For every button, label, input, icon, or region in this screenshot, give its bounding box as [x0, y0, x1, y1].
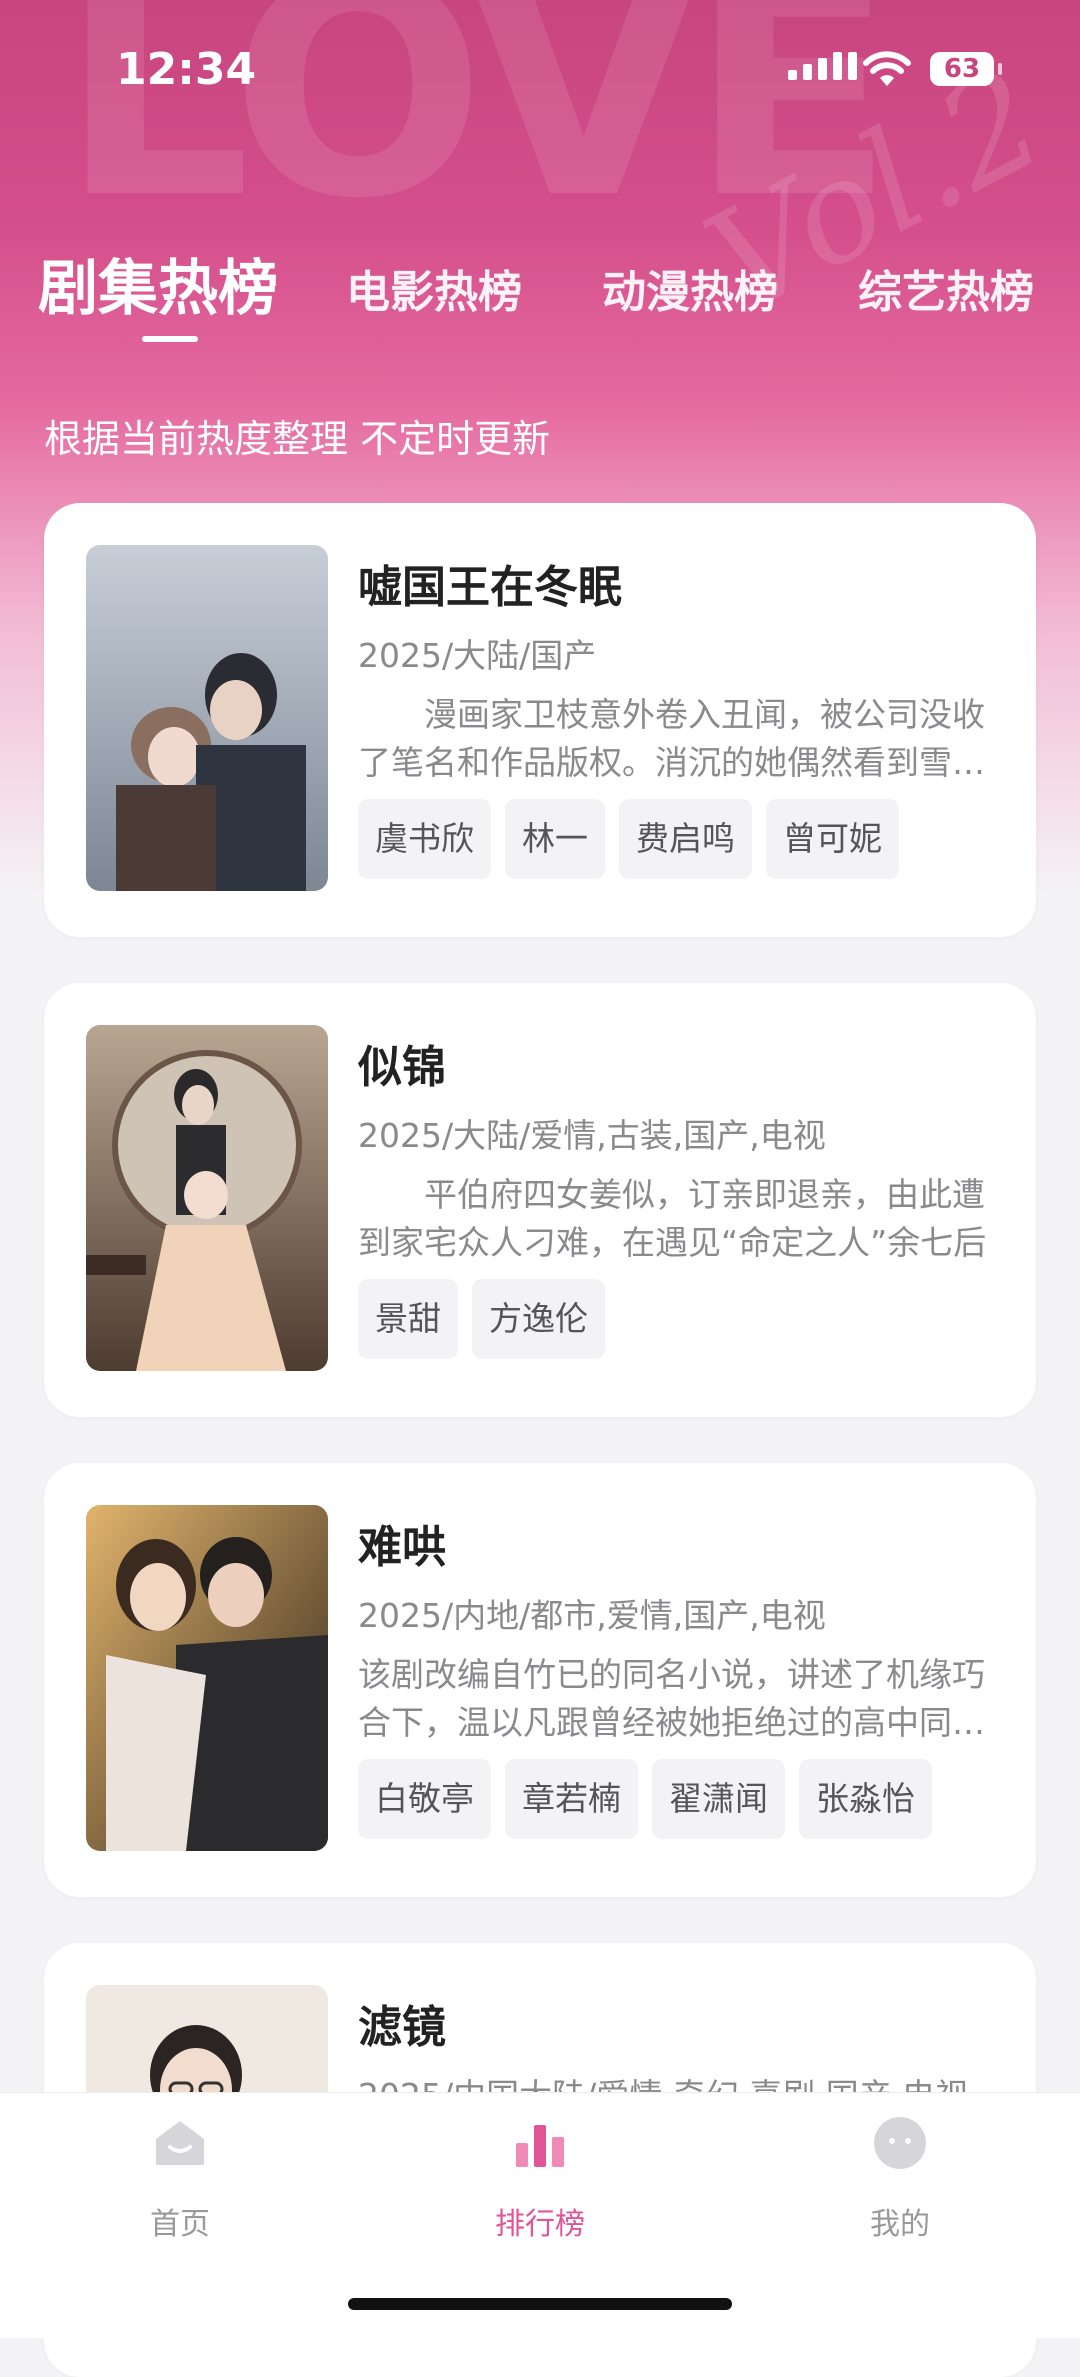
show-title: 嘘国王在冬眠	[358, 562, 622, 613]
cast-list: 白敬亭 章若楠 翟潇闻 张淼怡	[358, 1759, 932, 1839]
nav-home-label: 首页	[150, 2207, 210, 2242]
ranking-subtitle: 根据当前热度整理 不定时更新	[44, 417, 551, 461]
ranking-bars-icon	[512, 2115, 568, 2171]
show-title: 滤镜	[358, 2002, 446, 2053]
cast-chip[interactable]: 白敬亭	[358, 1759, 491, 1839]
show-poster	[86, 545, 328, 891]
cast-list: 景甜 方逸伦	[358, 1279, 605, 1359]
show-card[interactable]: 难哄 2025/内地/都市,爱情,国产,电视 该剧改编自竹已的同名小说，讲述了机…	[44, 1463, 1036, 1897]
nav-ranking-label: 排行榜	[495, 2207, 585, 2242]
nav-profile[interactable]: 我的	[800, 2115, 1000, 2243]
cast-list: 虞书欣 林一 费启鸣 曾可妮	[358, 799, 899, 879]
tab-movie-hot[interactable]: 电影热榜	[346, 256, 522, 320]
show-meta: 2025/大陆/爱情,古装,国产,电视	[358, 1116, 826, 1155]
battery-indicator: 63	[930, 52, 1002, 86]
tab-anime-hot[interactable]: 动漫热榜	[602, 256, 778, 320]
active-tab-indicator	[142, 336, 198, 342]
status-time: 12:34	[116, 44, 257, 95]
cast-chip[interactable]: 章若楠	[505, 1759, 638, 1839]
show-title: 似锦	[358, 1042, 446, 1093]
show-description: 平伯府四女姜似，订亲即退亲，由此遭到家宅众人刁难，在遇见“命定之人”余七后	[358, 1175, 987, 1262]
cast-chip[interactable]: 景甜	[358, 1279, 458, 1359]
show-title: 难哄	[358, 1522, 446, 1573]
show-poster	[86, 1505, 328, 1851]
tab-drama-hot[interactable]: 剧集热榜	[38, 240, 278, 327]
status-bar: 12:34 63	[0, 0, 1080, 140]
cast-chip[interactable]: 张淼怡	[799, 1759, 932, 1839]
show-meta: 2025/内地/都市,爱情,国产,电视	[358, 1596, 826, 1635]
nav-ranking[interactable]: 排行榜	[440, 2115, 640, 2243]
nav-profile-label: 我的	[870, 2207, 930, 2242]
ranking-tabs: 剧集热榜 电影热榜 动漫热榜 综艺热榜	[0, 230, 1080, 324]
tab-variety-hot[interactable]: 综艺热榜	[858, 256, 1034, 320]
cast-chip[interactable]: 林一	[505, 799, 605, 879]
show-meta: 2025/大陆/国产	[358, 636, 597, 675]
cast-chip[interactable]: 费启鸣	[619, 799, 752, 879]
cast-chip[interactable]: 虞书欣	[358, 799, 491, 879]
cast-chip[interactable]: 曾可妮	[766, 799, 899, 879]
show-poster	[86, 1025, 328, 1371]
home-icon	[152, 2115, 208, 2171]
nav-home[interactable]: 首页	[80, 2115, 280, 2243]
show-card[interactable]: 嘘国王在冬眠 2025/大陆/国产 漫画家卫枝意外卷入丑闻，被公司没收了笔名和作…	[44, 503, 1036, 937]
profile-icon	[872, 2115, 928, 2171]
cellular-signal-icon	[788, 52, 857, 80]
wifi-icon	[862, 48, 912, 92]
cast-chip[interactable]: 翟潇闻	[652, 1759, 785, 1839]
show-description: 该剧改编自竹已的同名小说，讲述了机缘巧合下，温以凡跟曾经被她拒绝过的高中同学桑延…	[358, 1655, 985, 1742]
show-card[interactable]: 似锦 2025/大陆/爱情,古装,国产,电视 平伯府四女姜似，订亲即退亲，由此遭…	[44, 983, 1036, 1417]
cast-chip[interactable]: 方逸伦	[472, 1279, 605, 1359]
show-description: 漫画家卫枝意外卷入丑闻，被公司没收了笔名和作品版权。消沉的她偶然看到雪场招聘信息	[358, 695, 985, 782]
home-indicator	[348, 2298, 732, 2310]
